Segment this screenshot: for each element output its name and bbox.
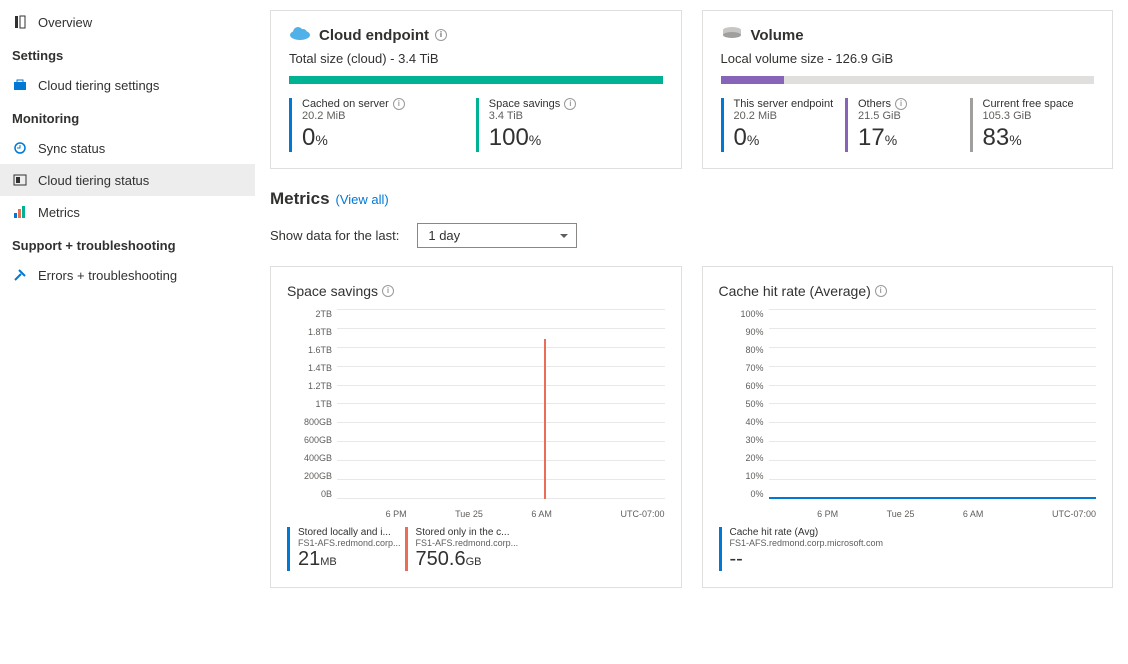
gridlines [769, 309, 1097, 499]
chart-plot-area[interactable]: 2TB1.8TB1.6TB1.4TB1.2TB1TB800GB600GB400G… [287, 309, 665, 519]
y-axis: 2TB1.8TB1.6TB1.4TB1.2TB1TB800GB600GB400G… [287, 309, 332, 499]
nav-sync-status[interactable]: Sync status [0, 132, 255, 164]
stat-cached: Cached on serveri 20.2 MiB 0% [289, 98, 476, 152]
nav-label: Errors + troubleshooting [38, 268, 177, 283]
metrics-title: Metrics [270, 189, 330, 209]
nav-overview[interactable]: Overview [0, 6, 255, 38]
legend-stored-cloud: Stored only in the c... FS1-AFS.redmond.… [405, 527, 519, 571]
space-savings-chart: Space savingsi 2TB1.8TB1.6TB1.4TB1.2TB1T… [270, 266, 682, 588]
info-icon[interactable]: i [435, 29, 447, 41]
bar-seg-free [784, 76, 1094, 84]
data-line [769, 497, 1097, 499]
sync-icon [12, 140, 28, 156]
card-subtext: Total size (cloud) - 3.4 TiB [289, 51, 663, 66]
time-range-select[interactable]: 1 day [417, 223, 577, 248]
legend-stored-locally: Stored locally and i... FS1-AFS.redmond.… [287, 527, 401, 571]
tiering-icon [12, 172, 28, 188]
filter-label: Show data for the last: [270, 228, 399, 243]
nav-metrics[interactable]: Metrics [0, 196, 255, 228]
nav-label: Cloud tiering status [38, 173, 149, 188]
overview-icon [12, 14, 28, 30]
gridlines [337, 309, 665, 499]
chart-plot-area[interactable]: 100%90%80%70%60%50%40%30%20%10%0% 6 PMTu… [719, 309, 1097, 519]
nav-section-monitoring: Monitoring [0, 101, 255, 132]
nav-label: Cloud tiering settings [38, 78, 159, 93]
nav-errors-troubleshooting[interactable]: Errors + troubleshooting [0, 259, 255, 291]
volume-card: Volume Local volume size - 126.9 GiB Thi… [702, 10, 1114, 169]
data-spike [544, 339, 546, 499]
nav-section-support: Support + troubleshooting [0, 228, 255, 259]
nav-label: Overview [38, 15, 92, 30]
tools-icon [12, 267, 28, 283]
nav-label: Sync status [38, 141, 105, 156]
bar-seg-savings [289, 76, 663, 84]
briefcase-icon [12, 77, 28, 93]
info-icon[interactable]: i [875, 285, 887, 297]
main-content: Cloud endpoint i Total size (cloud) - 3.… [255, 0, 1128, 598]
nav-cloud-tiering-settings[interactable]: Cloud tiering settings [0, 69, 255, 101]
nav-section-settings: Settings [0, 38, 255, 69]
info-icon[interactable]: i [895, 98, 907, 110]
view-all-link[interactable]: (View all) [336, 192, 389, 207]
stat-others: Othersi 21.5 GiB 17% [845, 98, 970, 152]
x-axis: 6 PMTue 256 AMUTC-07:00 [769, 509, 1097, 519]
legend-cache-hit: Cache hit rate (Avg) FS1-AFS.redmond.cor… [719, 527, 884, 571]
cloud-bar [289, 76, 663, 84]
info-icon[interactable]: i [564, 98, 576, 110]
stat-free-space: Current free space 105.3 GiB 83% [970, 98, 1095, 152]
cloud-icon [289, 25, 311, 45]
sidebar: Overview Settings Cloud tiering settings… [0, 0, 255, 598]
metrics-icon [12, 204, 28, 220]
y-axis: 100%90%80%70%60%50%40%30%20%10%0% [719, 309, 764, 499]
stat-space-savings: Space savingsi 3.4 TiB 100% [476, 98, 663, 152]
disk-icon [721, 25, 743, 45]
nav-label: Metrics [38, 205, 80, 220]
info-icon[interactable]: i [393, 98, 405, 110]
card-title: Volume [751, 27, 804, 44]
card-title: Cloud endpoint [319, 27, 429, 44]
bar-seg-others [721, 76, 784, 84]
card-subtext: Local volume size - 126.9 GiB [721, 51, 1095, 66]
x-axis: 6 PMTue 256 AMUTC-07:00 [337, 509, 665, 519]
volume-bar [721, 76, 1095, 84]
cloud-endpoint-card: Cloud endpoint i Total size (cloud) - 3.… [270, 10, 682, 169]
info-icon[interactable]: i [382, 285, 394, 297]
stat-this-endpoint: This server endpoint 20.2 MiB 0% [721, 98, 846, 152]
nav-cloud-tiering-status[interactable]: Cloud tiering status [0, 164, 255, 196]
cache-hit-rate-chart: Cache hit rate (Average)i 100%90%80%70%6… [702, 266, 1114, 588]
